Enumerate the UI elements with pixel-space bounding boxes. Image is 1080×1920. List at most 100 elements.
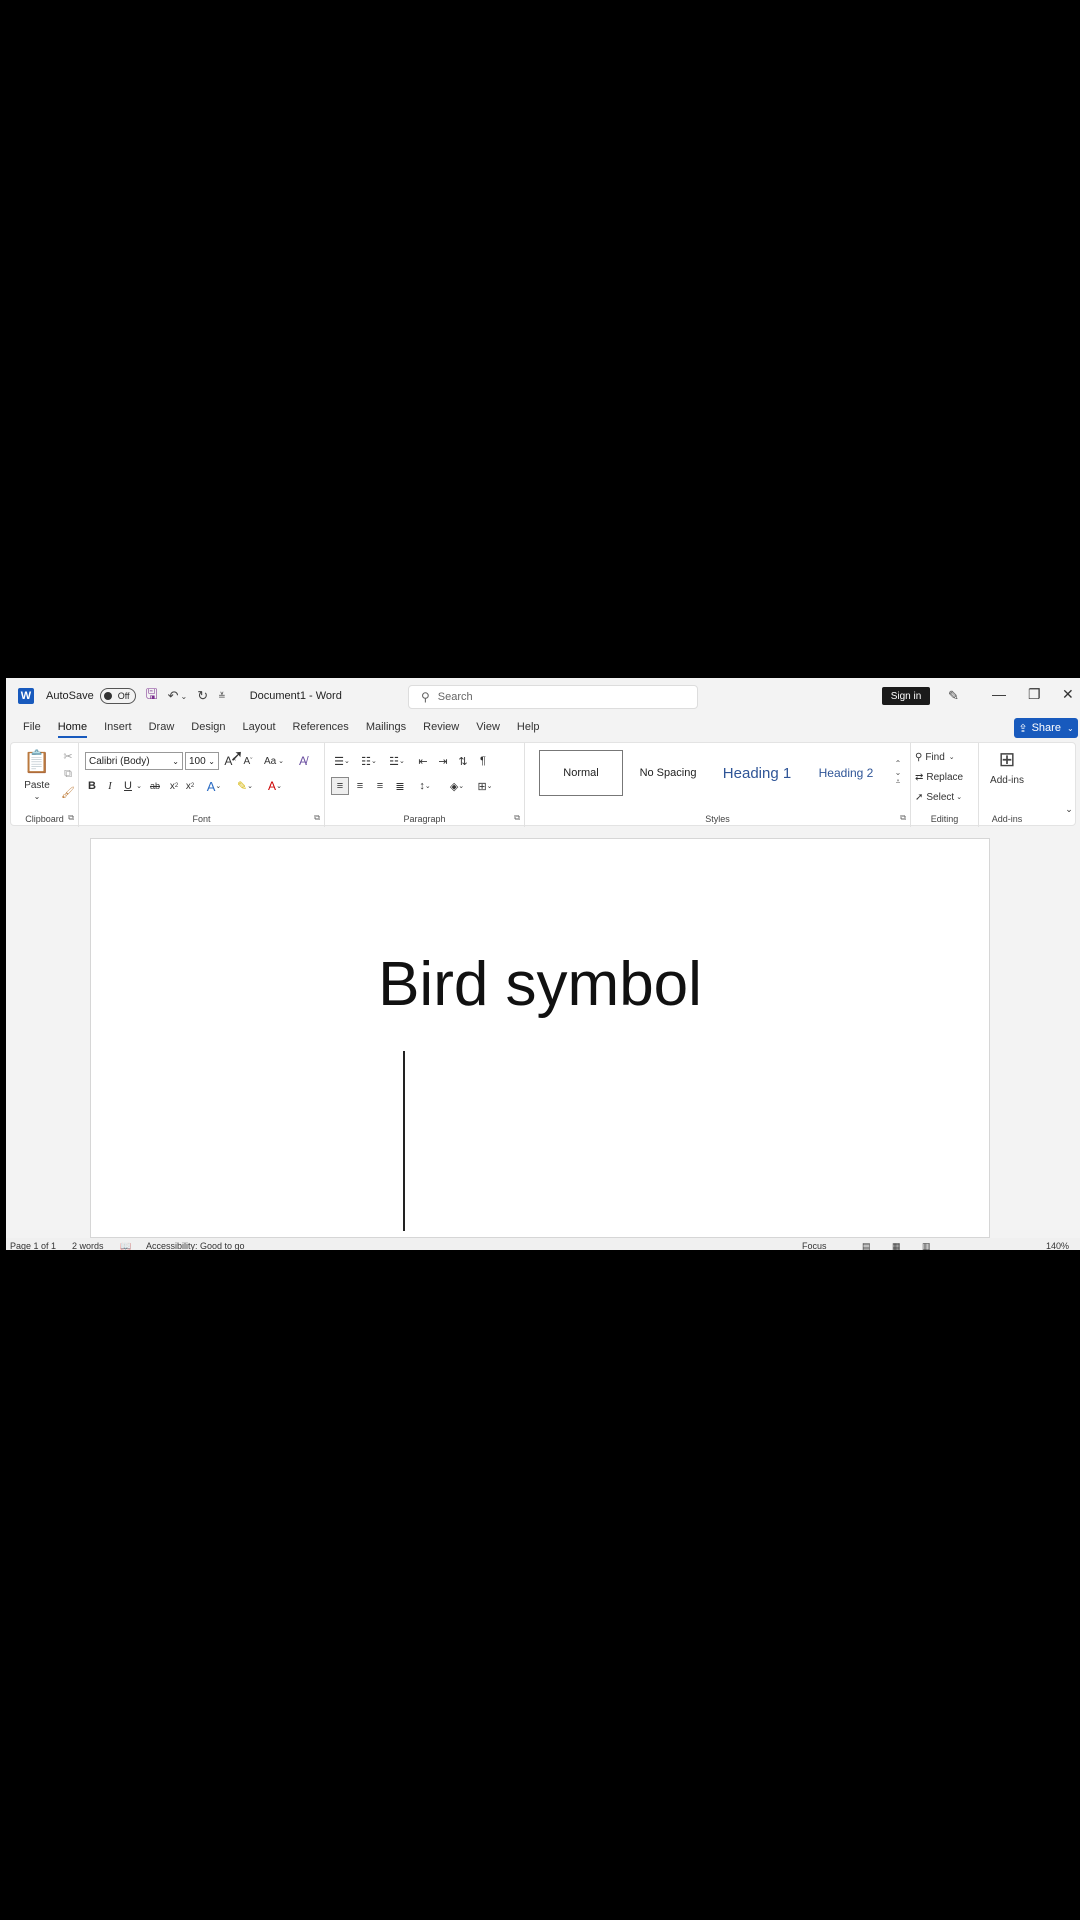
- document-heading[interactable]: Bird symbol: [91, 949, 989, 1020]
- align-center-icon[interactable]: ≡: [351, 777, 369, 795]
- share-button[interactable]: ⇪ Share ⌄: [1014, 718, 1078, 738]
- font-size-combo[interactable]: 100 ⌄: [185, 752, 219, 770]
- word-count[interactable]: 2 words: [72, 1241, 104, 1250]
- copy-icon[interactable]: ⧉: [61, 767, 75, 781]
- share-label: Share: [1031, 722, 1061, 734]
- strikethrough-icon[interactable]: ab: [147, 777, 163, 795]
- page-count[interactable]: Page 1 of 1: [10, 1241, 56, 1250]
- chevron-down-icon: ⌄: [172, 756, 179, 766]
- underline-icon[interactable]: U: [121, 777, 135, 795]
- style-normal[interactable]: Normal: [539, 750, 623, 796]
- subscript-icon[interactable]: x2: [167, 777, 181, 795]
- superscript-icon[interactable]: x2: [183, 777, 197, 795]
- addins-button[interactable]: Add-ins: [981, 773, 1033, 787]
- tab-home[interactable]: Home: [57, 718, 88, 738]
- pen-icon[interactable]: ✎: [948, 688, 959, 704]
- addins-icon[interactable]: ⊞: [995, 747, 1019, 771]
- highlight-icon[interactable]: ✎ ⌄: [233, 777, 257, 795]
- change-case-label: Aa: [263, 755, 277, 767]
- ribbon-home: 📋 Paste ⌄ ✂ ⧉ 🖌 Clipboard ⧉ Calibri (Bod…: [10, 742, 1076, 827]
- find-label: Find: [925, 751, 945, 763]
- find-button[interactable]: ⚲ Find ⌄: [915, 749, 975, 765]
- autosave-toggle[interactable]: Off: [99, 688, 136, 704]
- read-mode-icon[interactable]: ▤: [862, 1241, 871, 1250]
- style-heading-1[interactable]: Heading 1: [713, 750, 801, 796]
- select-button[interactable]: ➚ Select ⌄: [915, 789, 975, 805]
- document-area[interactable]: Bird symbol: [6, 828, 1080, 1238]
- underline-dropdown-icon[interactable]: ⌄: [135, 777, 143, 795]
- bullets-icon[interactable]: ☰ ⌄: [331, 752, 353, 770]
- style-heading-2[interactable]: Heading 2: [803, 750, 889, 796]
- styles-scroll[interactable]: ⌃ ⌄ ⩡: [891, 750, 905, 796]
- line-spacing-icon[interactable]: ↕ ⌄: [413, 777, 437, 795]
- format-painter-icon[interactable]: 🖌: [61, 785, 75, 799]
- styles-group-label: Styles: [705, 814, 730, 824]
- bold-icon[interactable]: B: [85, 777, 99, 795]
- show-formatting-icon[interactable]: ¶: [475, 752, 491, 770]
- sign-in-button[interactable]: Sign in: [882, 687, 930, 705]
- document-page[interactable]: Bird symbol: [90, 838, 990, 1238]
- tab-file[interactable]: File: [23, 718, 41, 736]
- zoom-level[interactable]: 140%: [1046, 1241, 1069, 1250]
- collapse-ribbon-icon[interactable]: ⌄: [1063, 803, 1075, 815]
- tab-layout[interactable]: Layout: [243, 718, 276, 736]
- search-placeholder: Search: [437, 691, 473, 703]
- font-color-icon[interactable]: A ⌄: [263, 777, 287, 795]
- undo-dropdown-icon[interactable]: ⌄: [181, 692, 188, 701]
- tab-references[interactable]: References: [293, 718, 349, 736]
- text-cursor: [403, 1051, 405, 1231]
- clipboard-launcher-icon[interactable]: ⧉: [68, 813, 74, 823]
- font-launcher-icon[interactable]: ⧉: [314, 813, 320, 823]
- tab-view[interactable]: View: [476, 718, 500, 736]
- align-right-icon[interactable]: ≡: [371, 777, 389, 795]
- customize-qat-icon[interactable]: ≚: [218, 691, 226, 702]
- tab-review[interactable]: Review: [423, 718, 459, 736]
- font-size-value: 100: [189, 755, 206, 767]
- save-icon[interactable]: 🖫: [146, 684, 158, 708]
- redo-icon[interactable]: ↻: [197, 688, 208, 704]
- tab-mailings[interactable]: Mailings: [366, 718, 406, 736]
- paste-dropdown-icon[interactable]: ⌄: [31, 791, 43, 801]
- paste-button[interactable]: Paste: [19, 779, 55, 791]
- search-icon: ⚲: [915, 751, 923, 763]
- clear-formatting-icon[interactable]: A̸: [295, 752, 311, 770]
- borders-icon[interactable]: ⊞ ⌄: [473, 777, 497, 795]
- italic-icon[interactable]: I: [103, 777, 117, 795]
- replace-button[interactable]: ⇄ Replace: [915, 769, 975, 785]
- paragraph-launcher-icon[interactable]: ⧉: [514, 813, 520, 823]
- justify-icon[interactable]: ≣: [391, 777, 409, 795]
- shading-icon[interactable]: ◈ ⌄: [445, 777, 469, 795]
- minimize-icon[interactable]: —: [992, 686, 1006, 702]
- styles-launcher-icon[interactable]: ⧉: [900, 813, 906, 823]
- align-left-icon[interactable]: ≡: [331, 777, 349, 795]
- accessibility-status[interactable]: Accessibility: Good to go: [146, 1241, 245, 1250]
- change-case-button[interactable]: Aa ⌄: [261, 752, 287, 770]
- search-box[interactable]: ⚲ Search: [408, 685, 698, 709]
- multilevel-list-icon[interactable]: ☳ ⌄: [385, 752, 409, 770]
- text-effects-icon[interactable]: A ⌄: [203, 777, 225, 795]
- paste-icon[interactable]: 📋: [23, 749, 51, 775]
- style-no-spacing[interactable]: No Spacing: [625, 750, 711, 796]
- tab-design[interactable]: Design: [191, 718, 225, 736]
- focus-button[interactable]: Focus: [802, 1241, 827, 1250]
- increase-indent-icon[interactable]: ⇥: [435, 752, 451, 770]
- paragraph-group: ☰ ⌄ ☷ ⌄ ☳ ⌄ ⇤ ⇥ ⇅ ¶ ≡ ≡ ≡ ≣ ↕ ⌄ ◈ ⌄ ⊞ ⌄ Paragr…: [325, 743, 525, 827]
- chevron-down-icon: ⌄: [208, 756, 215, 766]
- tab-help[interactable]: Help: [517, 718, 540, 736]
- decrease-indent-icon[interactable]: ⇤: [415, 752, 431, 770]
- editing-group: ⚲ Find ⌄ ⇄ Replace ➚ Select ⌄ Editing: [911, 743, 979, 827]
- undo-icon[interactable]: ↶: [168, 688, 179, 704]
- proofing-icon[interactable]: 📖: [120, 1241, 131, 1250]
- font-name-combo[interactable]: Calibri (Body) ⌄: [85, 752, 183, 770]
- print-layout-icon[interactable]: ▦: [892, 1241, 901, 1250]
- autosave-label: AutoSave: [46, 690, 94, 702]
- tab-insert[interactable]: Insert: [104, 718, 132, 736]
- web-layout-icon[interactable]: ▥: [922, 1241, 931, 1250]
- numbering-icon[interactable]: ☷ ⌄: [357, 752, 381, 770]
- close-icon[interactable]: ✕: [1062, 686, 1074, 703]
- sort-icon[interactable]: ⇅: [455, 752, 471, 770]
- restore-icon[interactable]: ❐: [1028, 686, 1041, 703]
- tab-draw[interactable]: Draw: [149, 718, 175, 736]
- cut-icon[interactable]: ✂: [61, 749, 75, 763]
- font-name-value: Calibri (Body): [89, 755, 150, 767]
